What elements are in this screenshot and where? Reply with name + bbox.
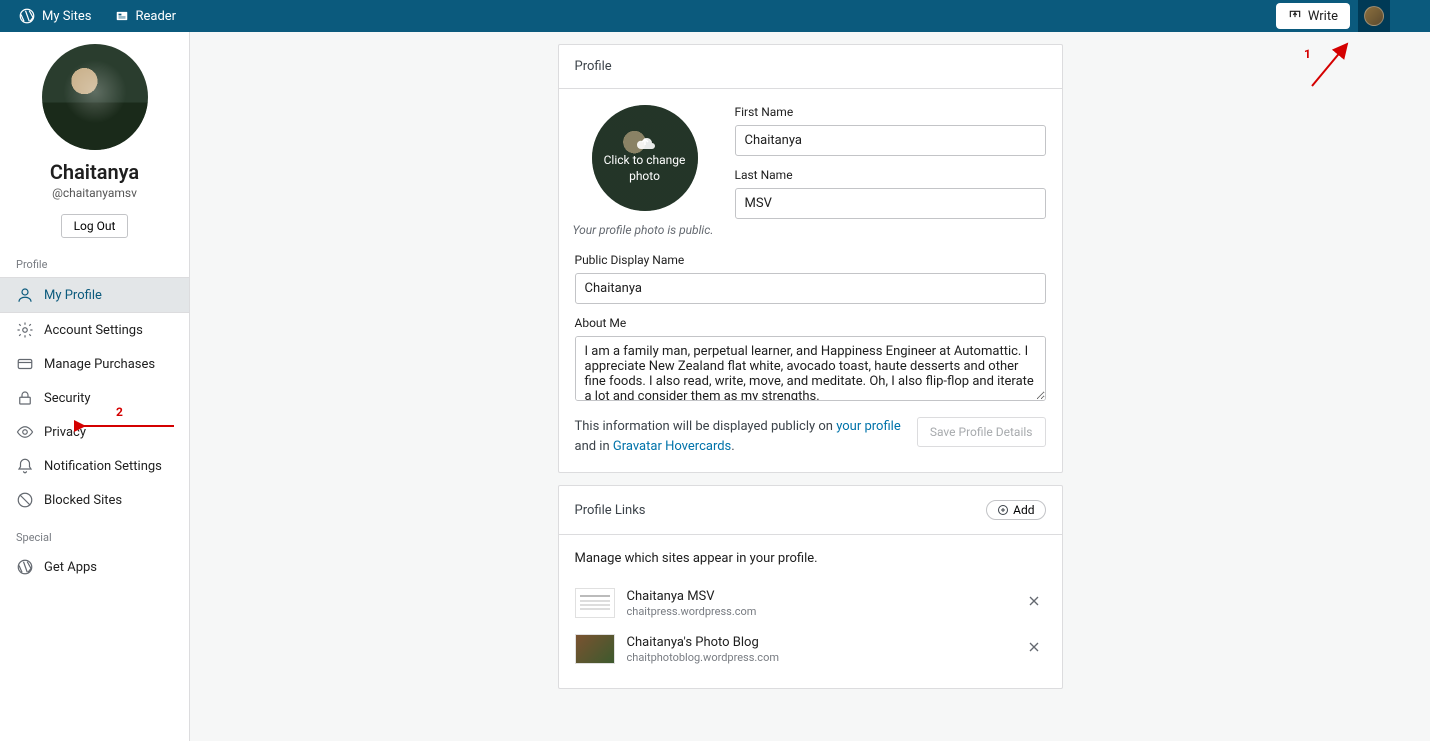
notifications-button[interactable] xyxy=(1390,0,1422,32)
section-profile-header: Profile xyxy=(0,244,189,277)
first-name-input[interactable] xyxy=(735,125,1046,156)
sidebar-item-label: Privacy xyxy=(44,425,86,440)
sidebar-item-label: My Profile xyxy=(44,288,102,303)
save-profile-button[interactable]: Save Profile Details xyxy=(917,417,1046,447)
photo-public-note: Your profile photo is public. xyxy=(573,223,714,237)
gravatar-link[interactable]: Gravatar Hovercards xyxy=(613,439,731,454)
close-icon xyxy=(1026,639,1042,655)
display-name-label: Public Display Name xyxy=(575,253,1046,267)
sidebar-handle: @chaitanyamsv xyxy=(10,186,179,200)
close-icon xyxy=(1026,593,1042,609)
sidebar-item-label: Security xyxy=(44,391,91,406)
profile-card: Profile Click to change photo Your profi… xyxy=(558,44,1063,473)
logout-button[interactable]: Log Out xyxy=(61,214,129,238)
sidebar-item-account-settings[interactable]: Account Settings xyxy=(0,313,189,347)
about-me-label: About Me xyxy=(575,316,1046,330)
site-thumbnail xyxy=(575,588,615,618)
reader-label: Reader xyxy=(135,9,176,24)
last-name-input[interactable] xyxy=(735,188,1046,219)
section-special-header: Special xyxy=(0,517,189,550)
profile-card-header: Profile xyxy=(559,45,1062,89)
profile-links-card: Profile Links Add Manage which sites app… xyxy=(558,485,1063,689)
sidebar-item-my-profile[interactable]: My Profile xyxy=(0,277,189,313)
public-info-note: This information will be displayed publi… xyxy=(575,417,901,456)
plus-icon xyxy=(997,504,1009,516)
display-name-input[interactable] xyxy=(575,273,1046,304)
write-button[interactable]: Write xyxy=(1276,3,1350,29)
your-profile-link[interactable]: your profile xyxy=(836,419,901,434)
add-label: Add xyxy=(1013,503,1034,517)
link-title[interactable]: Chaitanya MSV xyxy=(627,589,1010,604)
profile-links-header: Profile Links xyxy=(575,503,646,518)
link-url: chaitphotoblog.wordpress.com xyxy=(627,651,1010,664)
my-sites-label: My Sites xyxy=(42,9,91,24)
add-link-button[interactable]: Add xyxy=(986,500,1045,520)
remove-link-button[interactable] xyxy=(1022,635,1046,663)
sidebar-item-manage-purchases[interactable]: Manage Purchases xyxy=(0,347,189,381)
topbar: My Sites Reader Write xyxy=(0,0,1430,32)
sidebar-item-notification-settings[interactable]: Notification Settings xyxy=(0,449,189,483)
sidebar-item-privacy[interactable]: Privacy xyxy=(0,415,189,449)
nav-reader[interactable]: Reader xyxy=(105,0,186,32)
sidebar-display-name: Chaitanya xyxy=(10,160,179,184)
sidebar-item-label: Notification Settings xyxy=(44,459,162,474)
sidebar: Chaitanya @chaitanyamsv Log Out Profile … xyxy=(0,32,190,741)
nav-my-sites[interactable]: My Sites xyxy=(8,0,101,32)
sidebar-item-label: Manage Purchases xyxy=(44,357,155,372)
first-name-label: First Name xyxy=(735,105,1046,119)
last-name-label: Last Name xyxy=(735,168,1046,182)
write-label: Write xyxy=(1308,9,1338,24)
profile-link-row: Chaitanya's Photo Blog chaitphotoblog.wo… xyxy=(575,626,1046,672)
avatar[interactable] xyxy=(42,44,148,150)
sidebar-item-blocked-sites[interactable]: Blocked Sites xyxy=(0,483,189,517)
sidebar-item-label: Blocked Sites xyxy=(44,493,122,508)
change-photo-button[interactable]: Click to change photo xyxy=(592,105,698,211)
sidebar-item-security[interactable]: Security xyxy=(0,381,189,415)
profile-link-row: Chaitanya MSV chaitpress.wordpress.com xyxy=(575,580,1046,626)
sidebar-item-label: Account Settings xyxy=(44,323,143,338)
about-me-textarea[interactable]: I am a family man, perpetual learner, an… xyxy=(575,336,1046,401)
site-thumbnail xyxy=(575,634,615,664)
remove-link-button[interactable] xyxy=(1022,589,1046,617)
account-avatar-button[interactable] xyxy=(1358,0,1390,32)
link-title[interactable]: Chaitanya's Photo Blog xyxy=(627,635,1010,650)
sidebar-item-label: Get Apps xyxy=(44,560,97,575)
link-url: chaitpress.wordpress.com xyxy=(627,605,1010,618)
change-photo-label: Click to change photo xyxy=(592,153,698,184)
links-description: Manage which sites appear in your profil… xyxy=(575,551,1046,580)
sidebar-item-get-apps[interactable]: Get Apps xyxy=(0,550,189,584)
